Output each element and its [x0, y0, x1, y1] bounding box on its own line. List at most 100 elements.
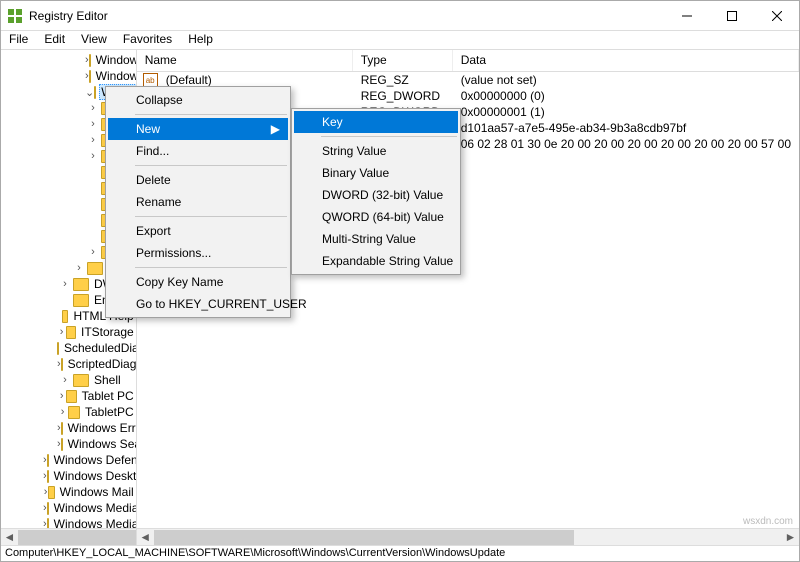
folder-icon [57, 342, 59, 355]
context-submenu-new[interactable]: Key String Value Binary Value DWORD (32-… [291, 108, 461, 275]
tree-item[interactable]: ›Windows Search [1, 436, 136, 452]
expand-icon[interactable]: ⌄ [85, 86, 94, 99]
menu-view[interactable]: View [73, 31, 115, 49]
watermark: wsxdn.com [743, 516, 793, 527]
expand-icon[interactable]: › [57, 390, 66, 402]
ctx-go-hkcu[interactable]: Go to HKEY_CURRENT_USER [108, 293, 288, 315]
title-bar: Registry Editor [1, 1, 799, 31]
menu-edit[interactable]: Edit [36, 31, 73, 49]
tree-item-label: Windows Error Reporting [66, 421, 137, 435]
ctx-new-multi[interactable]: Multi-String Value [294, 228, 458, 250]
tree-item[interactable]: ›Windows Mail [1, 484, 136, 500]
tree-item[interactable]: ›Windows Media Device Manager [1, 500, 136, 516]
close-button[interactable] [754, 1, 799, 30]
tree-item-label: ScriptedDiagnosticsProvider [66, 357, 137, 371]
tree-item-label: Tablet PC [80, 389, 136, 403]
tree-item[interactable]: ›Windows Error Reporting [1, 420, 136, 436]
expand-icon[interactable]: › [57, 278, 73, 290]
tree-item-label: Windows Desktop Search [52, 469, 137, 483]
minimize-button[interactable] [664, 1, 709, 30]
folder-icon [62, 310, 68, 323]
value-data: (value not set) [453, 73, 799, 87]
folder-icon [66, 390, 76, 403]
tree-item[interactable]: › TabletPC [1, 404, 136, 420]
context-menu[interactable]: Collapse New ▶ Find... Delete Rename Expo… [105, 86, 291, 318]
tree-item[interactable]: ScheduledDiagnostics [1, 340, 136, 356]
maximize-button[interactable] [709, 1, 754, 30]
expand-icon[interactable]: › [85, 150, 101, 162]
folder-icon [68, 406, 80, 419]
folder-icon [47, 502, 49, 515]
tree-item-label: ITStorage [79, 325, 136, 339]
menu-bar: File Edit View Favorites Help [1, 31, 799, 50]
col-type[interactable]: Type [353, 50, 453, 71]
tree-item[interactable]: ›Windows Desktop Search [1, 468, 136, 484]
tree-item-label: Windows Search [66, 437, 137, 451]
ctx-find[interactable]: Find... [108, 140, 288, 162]
ctx-copy-key-name[interactable]: Copy Key Name [108, 271, 288, 293]
submenu-arrow-icon: ▶ [271, 122, 280, 136]
expand-icon[interactable]: › [85, 134, 101, 146]
tree-item-label: ScheduledDiagnostics [62, 341, 137, 355]
window-title: Registry Editor [29, 9, 664, 23]
ctx-export[interactable]: Export [108, 220, 288, 242]
menu-favorites[interactable]: Favorites [115, 31, 180, 49]
folder-icon [73, 278, 89, 291]
tree-item[interactable]: ›ScriptedDiagnosticsProvider [1, 356, 136, 372]
ctx-delete[interactable]: Delete [108, 169, 288, 191]
folder-icon [47, 470, 49, 483]
ctx-rename[interactable]: Rename [108, 191, 288, 213]
value-type: REG_DWORD [353, 89, 453, 103]
ctx-permissions[interactable]: Permissions... [108, 242, 288, 264]
menu-file[interactable]: File [1, 31, 36, 49]
tree-item[interactable]: › Tablet PC [1, 388, 136, 404]
folder-icon [48, 486, 55, 499]
ctx-new-dword[interactable]: DWORD (32-bit) Value [294, 184, 458, 206]
folder-icon [61, 422, 63, 435]
folder-icon [73, 374, 89, 387]
value-data: 06 02 28 01 30 0e 20 00 20 00 20 00 20 0… [453, 137, 799, 151]
folder-icon [73, 294, 89, 307]
ctx-new-string[interactable]: String Value [294, 140, 458, 162]
folder-icon [89, 54, 91, 67]
tree-item[interactable]: ›WindowsBackup [1, 52, 136, 68]
expand-icon[interactable]: › [71, 262, 87, 274]
value-data: d101aa57-a7e5-495e-ab34-9b3a8cdb97bf [453, 121, 799, 135]
folder-icon [94, 86, 96, 99]
col-data[interactable]: Data [453, 50, 799, 71]
tree-item-label: TabletPC [83, 405, 136, 419]
value-data: 0x00000000 (0) [453, 89, 799, 103]
ctx-new-expand[interactable]: Expandable String Value [294, 250, 458, 272]
value-data: 0x00000001 (1) [453, 105, 799, 119]
tree-item-label: WindowsBackup [94, 53, 137, 67]
expand-icon[interactable]: › [57, 374, 73, 386]
tree-item-label: Shell [92, 373, 123, 387]
expand-icon[interactable]: › [57, 406, 68, 418]
expand-icon[interactable]: › [85, 102, 101, 114]
tree-item-label: WindowsStore [94, 69, 137, 83]
col-name[interactable]: Name [137, 50, 353, 71]
tree-item[interactable]: ›WindowsStore [1, 68, 136, 84]
ctx-new[interactable]: New ▶ [108, 118, 288, 140]
tree-item[interactable]: › ITStorage [1, 324, 136, 340]
list-hscroll[interactable]: ◄► [137, 528, 799, 545]
ctx-new-key[interactable]: Key [294, 111, 458, 133]
ctx-new-binary[interactable]: Binary Value [294, 162, 458, 184]
tree-item-label: Windows Mail [58, 485, 136, 499]
tree-item[interactable]: ›Windows Defender [1, 452, 136, 468]
app-icon [7, 8, 23, 24]
expand-icon[interactable]: › [85, 246, 101, 258]
expand-icon[interactable]: › [57, 326, 66, 338]
list-header: Name Type Data [137, 50, 799, 72]
tree-hscroll[interactable]: ◄► [1, 528, 136, 545]
ctx-collapse[interactable]: Collapse [108, 89, 288, 111]
expand-icon[interactable]: › [85, 118, 101, 130]
menu-help[interactable]: Help [180, 31, 221, 49]
tree-item[interactable]: › Shell [1, 372, 136, 388]
ctx-new-label: New [136, 122, 160, 136]
folder-icon [61, 438, 63, 451]
value-name: (Default) [158, 73, 353, 87]
ctx-new-qword[interactable]: QWORD (64-bit) Value [294, 206, 458, 228]
folder-icon [47, 454, 49, 467]
tree-item-label: Windows Media Device Manager [52, 501, 137, 515]
